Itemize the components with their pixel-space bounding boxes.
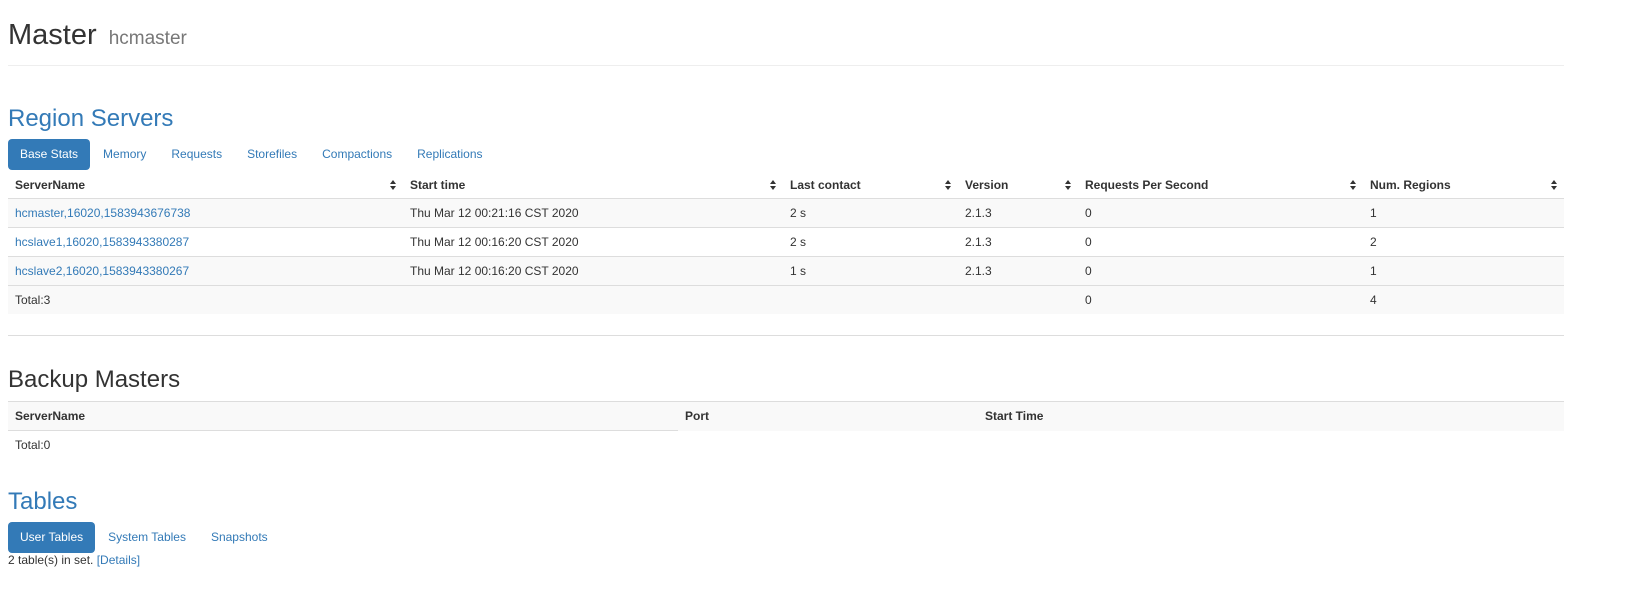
empty-cell [403,285,783,314]
region-servers-table: ServerName Start time Last contact Versi… [8,171,1564,314]
tables-tabs: User Tables System Tables Snapshots [8,522,281,553]
version-cell: 2.1.3 [958,227,1078,257]
last-contact-cell: 2 s [783,227,958,257]
empty-cell [678,431,978,460]
tab-system-tables[interactable]: System Tables [96,522,198,553]
version-cell: 2.1.3 [958,256,1078,286]
sort-icon[interactable] [390,180,396,190]
column-header-servername: ServerName [8,401,678,431]
tab-snapshots[interactable]: Snapshots [199,522,280,553]
column-header-last-contact[interactable]: Last contact [783,171,958,199]
empty-cell [958,285,1078,314]
column-header-label: Start time [410,177,466,192]
region-servers-tabs: Base Stats Memory Requests Storefiles Co… [8,139,496,170]
regions-cell: 2 [1363,227,1564,257]
column-header-label: ServerName [15,177,86,192]
tab-user-tables[interactable]: User Tables [8,522,96,553]
sort-icon[interactable] [1551,180,1557,190]
start-time-cell: Thu Mar 12 00:21:16 CST 2020 [403,198,783,228]
empty-cell [783,285,958,314]
sort-icon[interactable] [945,180,951,190]
details-link[interactable]: [Details] [97,553,140,567]
backup-masters-title: Backup Masters [8,366,181,393]
column-header-requests-per-second[interactable]: Requests Per Second [1078,171,1363,199]
page-subtitle: hcmaster [108,28,187,49]
section-divider [8,335,1564,336]
total-label-cell: Total:3 [8,285,403,314]
regions-cell: 1 [1363,256,1564,286]
tables-count-text: 2 table(s) in set. [8,553,94,567]
tables-count-note: 2 table(s) in set. [Details] [8,553,140,567]
page-title-text: Master [8,19,97,51]
empty-cell [978,431,1564,460]
server-name-cell: hcmaster,16020,1583943676738 [8,198,403,228]
last-contact-cell: 2 s [783,198,958,228]
table-row: hcslave2,16020,1583943380267 Thu Mar 12 … [8,256,1564,286]
column-header-label: Last contact [790,177,861,192]
total-row: Total:0 [8,431,1564,460]
server-link[interactable]: hcslave1,16020,1583943380287 [15,235,189,249]
sort-icon[interactable] [1065,180,1071,190]
tab-replications[interactable]: Replications [405,139,494,170]
page-header: Master hcmaster [8,18,1564,66]
page-title: Master hcmaster [8,18,1564,56]
column-header-label: Num. Regions [1370,177,1451,192]
backup-masters-table: ServerName Port Start Time Total:0 [8,401,1564,459]
sort-icon[interactable] [770,180,776,190]
total-label-cell: Total:0 [15,438,51,452]
tables-title[interactable]: Tables [8,488,77,516]
column-header-num-regions[interactable]: Num. Regions [1363,171,1564,199]
server-link[interactable]: hcslave2,16020,1583943380267 [15,264,189,278]
tab-base-stats[interactable]: Base Stats [8,139,91,170]
table-row: hcmaster,16020,1583943676738 Thu Mar 12 … [8,198,1564,228]
last-contact-cell: 1 s [783,256,958,286]
table-header-row: ServerName Start time Last contact Versi… [8,171,1564,199]
tab-memory[interactable]: Memory [91,139,158,170]
column-header-label: Version [965,177,1009,192]
tab-requests[interactable]: Requests [159,139,234,170]
start-time-cell: Thu Mar 12 00:16:20 CST 2020 [403,256,783,286]
tab-compactions[interactable]: Compactions [310,139,404,170]
tab-storefiles[interactable]: Storefiles [235,139,309,170]
rps-cell: 0 [1078,198,1363,228]
rps-cell: 0 [1078,227,1363,257]
server-name-cell: hcslave1,16020,1583943380287 [8,227,403,257]
table-header-row: ServerName Port Start Time [8,401,1564,431]
region-servers-title[interactable]: Region Servers [8,105,173,133]
column-header-port: Port [678,401,978,431]
column-header-version[interactable]: Version [958,171,1078,199]
table-row: hcslave1,16020,1583943380287 Thu Mar 12 … [8,227,1564,257]
total-regions-cell: 4 [1363,285,1564,314]
column-header-start-time: Start Time [978,401,1564,431]
regions-cell: 1 [1363,198,1564,228]
sort-icon[interactable] [1350,180,1356,190]
column-header-servername[interactable]: ServerName [8,171,403,199]
total-row: Total:3 0 4 [8,285,1564,314]
total-rps-cell: 0 [1078,285,1363,314]
column-header-label: Requests Per Second [1085,177,1209,192]
rps-cell: 0 [1078,256,1363,286]
server-link[interactable]: hcmaster,16020,1583943676738 [15,206,190,220]
version-cell: 2.1.3 [958,198,1078,228]
server-name-cell: hcslave2,16020,1583943380267 [8,256,403,286]
start-time-cell: Thu Mar 12 00:16:20 CST 2020 [403,227,783,257]
column-header-start-time[interactable]: Start time [403,171,783,199]
